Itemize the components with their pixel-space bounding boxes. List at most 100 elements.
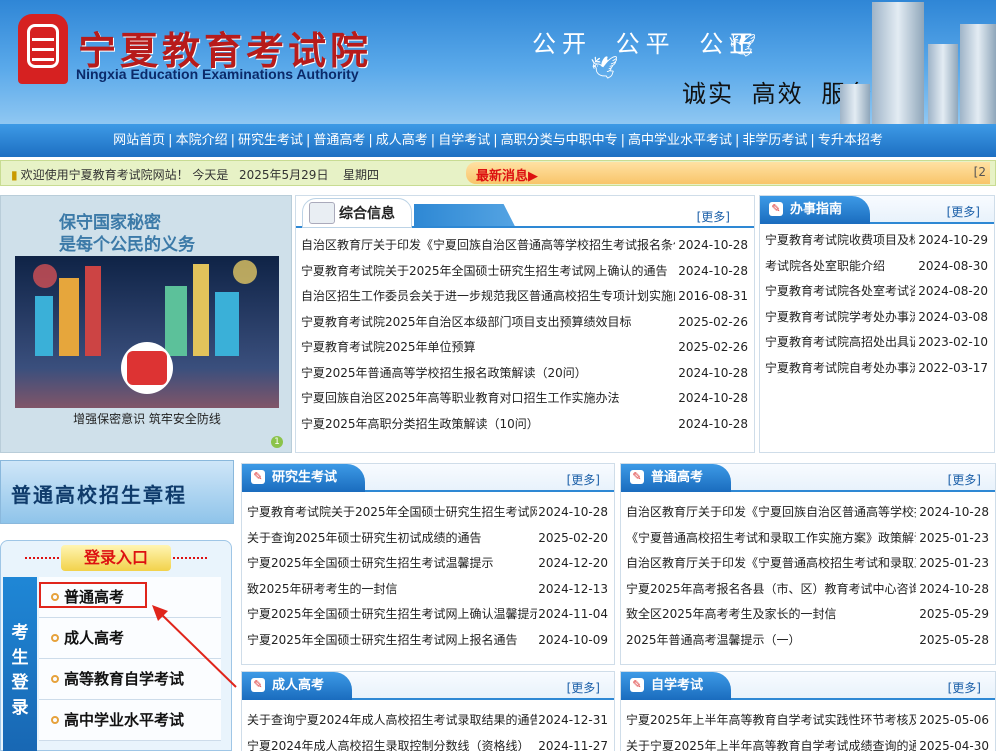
- news-item[interactable]: 宁夏2025年全国硕士研究生招生考试温馨提示 2024-12-20: [242, 551, 614, 577]
- nav-item[interactable]: 网站首页: [113, 133, 165, 148]
- news-item[interactable]: 宁夏回族自治区2025年高等职业教育对口招生工作实施办法 2024-10-28: [296, 386, 754, 412]
- news-item[interactable]: 宁夏2025年上半年高等教育自学考试实践性环节考核及 2025-05-06: [621, 708, 995, 734]
- news-item[interactable]: 宁夏教育考试院关于2025年全国硕士研究生招生考试网上确认2024-10-28: [242, 500, 614, 526]
- news-title[interactable]: 宁夏2025年高职分类招生政策解读（10问）: [301, 412, 675, 438]
- news-title[interactable]: 宁夏2024年成人高校招生录取控制分数线（资格线）: [247, 734, 537, 751]
- carousel-page-indicator[interactable]: 1: [271, 436, 283, 448]
- news-item[interactable]: 自治区招生工作委员会关于进一步规范我区普通高校招生专项计划实施的 2016-08-…: [296, 284, 754, 310]
- news-title[interactable]: 关于查询宁夏2024年成人高校招生考试录取结果的通告: [247, 708, 537, 734]
- news-item[interactable]: 宁夏教育考试院收费项目及标准2024-10-29: [760, 228, 994, 254]
- news-title[interactable]: 宁夏教育考试院各处室考试咨询电话: [765, 279, 915, 305]
- news-title[interactable]: 宁夏教育考试院自考处办事流程: [765, 356, 915, 382]
- news-title[interactable]: 宁夏回族自治区2025年高等职业教育对口招生工作实施办法: [301, 386, 675, 412]
- news-item[interactable]: 致2025年研考考生的一封信 2024-12-13: [242, 577, 614, 603]
- news-item[interactable]: 关于宁夏2025年上半年高等教育自学考试成绩查询的通告 2025-04-30: [621, 734, 995, 751]
- pencil-icon: ✎: [251, 678, 265, 692]
- news-title[interactable]: 《宁夏普通高校招生考试和录取工作实施方案》政策解读: [626, 526, 916, 552]
- news-item[interactable]: 宁夏2025年普通高等学校招生报名政策解读（20问） 2024-10-28: [296, 361, 754, 387]
- news-title[interactable]: 自治区教育厅关于印发《宁夏回族自治区普通高等学校招生考试报名条件: [301, 233, 675, 259]
- news-title[interactable]: 宁夏2025年上半年高等教育自学考试实践性环节考核及: [626, 708, 916, 734]
- site-logo-english: Ningxia Education Examinations Authority: [76, 66, 359, 82]
- news-item[interactable]: 致全区2025年高考考生及家长的一封信 2025-05-29: [621, 602, 995, 628]
- admission-charter-banner[interactable]: 普通高校招生章程: [0, 460, 234, 524]
- news-title[interactable]: 宁夏教育考试院2025年单位预算: [301, 335, 675, 361]
- news-item[interactable]: 2025年普通高考温馨提示（一） 2025-05-28: [621, 628, 995, 654]
- news-item[interactable]: 《宁夏普通高校招生考试和录取工作实施方案》政策解读 2025-01-23: [621, 526, 995, 552]
- more-link[interactable]: [更多]: [697, 208, 730, 225]
- nav-separator: |: [368, 133, 373, 148]
- news-title[interactable]: 宁夏教育考试院2025年自治区本级部门项目支出预算绩效目标: [301, 310, 675, 336]
- latest-news-ticker[interactable]: 最新消息▶ [2: [466, 162, 990, 184]
- more-link[interactable]: [更多]: [567, 471, 600, 488]
- nav-item[interactable]: 普通高考: [313, 133, 365, 148]
- news-item[interactable]: 宁夏2025年高职分类招生政策解读（10问） 2024-10-28: [296, 412, 754, 438]
- news-title[interactable]: 考试院各处室职能介绍: [765, 254, 915, 280]
- news-date: 2024-10-29: [918, 233, 988, 247]
- news-title[interactable]: 致2025年研考考生的一封信: [247, 577, 537, 603]
- news-title[interactable]: 2025年普通高考温馨提示（一）: [626, 628, 916, 654]
- nav-item[interactable]: 成人高考: [376, 133, 428, 148]
- nav-item[interactable]: 高中学业水平考试: [628, 133, 732, 148]
- news-item[interactable]: 自治区教育厅关于印发《宁夏普通高校招生考试和录取工作 2025-01-23: [621, 551, 995, 577]
- news-title[interactable]: 宁夏教育考试院关于2025年全国硕士研究生招生考试网上确认的通告: [301, 259, 675, 285]
- news-item[interactable]: 宁夏教育考试院关于2025年全国硕士研究生招生考试网上确认的通告 2024-10-…: [296, 259, 754, 285]
- news-title[interactable]: 宁夏教育考试院学考处办事流程: [765, 305, 915, 331]
- news-date: 2025-01-23: [919, 556, 989, 570]
- nav-item[interactable]: 本院介绍: [176, 133, 228, 148]
- candidate-login-label: 考 生 登 录: [3, 577, 37, 751]
- nav-item[interactable]: 专升本招考: [818, 133, 883, 148]
- news-item[interactable]: 关于查询宁夏2024年成人高校招生考试录取结果的通告 2024-12-31: [242, 708, 614, 734]
- news-item[interactable]: 宁夏教育考试院2025年自治区本级部门项目支出预算绩效目标 2025-02-26: [296, 310, 754, 336]
- panel-title: 办事指南: [790, 202, 843, 217]
- more-link[interactable]: [更多]: [948, 471, 981, 488]
- news-title[interactable]: 宁夏教育考试院关于2025年全国硕士研究生招生考试网上确认: [247, 500, 537, 526]
- nav-item[interactable]: 研究生考试: [238, 133, 303, 148]
- news-item[interactable]: 自治区教育厅关于印发《宁夏回族自治区普通高等学校招生 2024-10-28: [621, 500, 995, 526]
- news-item[interactable]: 宁夏教育考试院2025年单位预算 2025-02-26: [296, 335, 754, 361]
- news-item[interactable]: 宁夏2025年全国硕士研究生招生考试网上确认温馨提示 2024-11-04: [242, 602, 614, 628]
- notice-weekday: 星期四: [343, 168, 380, 182]
- news-title[interactable]: 宁夏2025年全国硕士研究生招生考试温馨提示: [247, 551, 537, 577]
- more-link[interactable]: [更多]: [947, 203, 980, 220]
- more-link[interactable]: [更多]: [567, 679, 600, 696]
- news-title[interactable]: 宁夏教育考试院收费项目及标准: [765, 228, 915, 254]
- security-poster[interactable]: 保守国家秘密 是每个公民的义务 增强保密意识 筑牢安全防线 1: [0, 195, 292, 453]
- panel-header: 综合信息 [更多]: [296, 196, 754, 228]
- news-date: 2025-02-26: [678, 340, 748, 354]
- more-link[interactable]: [更多]: [948, 679, 981, 696]
- news-title[interactable]: 宁夏2025年高考报名各县（市、区）教育考试中心咨询电话: [626, 577, 916, 603]
- news-item[interactable]: 自治区教育厅关于印发《宁夏回族自治区普通高等学校招生考试报名条件 2024-10-…: [296, 233, 754, 259]
- news-item[interactable]: 宁夏教育考试院自考处办事流程2022-03-17: [760, 356, 994, 382]
- news-item[interactable]: 宁夏教育考试院高招处出具证明2023-02-10: [760, 330, 994, 356]
- nav-item[interactable]: 自学考试: [438, 133, 490, 148]
- welcome-text: 欢迎使用宁夏教育考试院网站！ 今天是: [20, 168, 229, 182]
- news-item[interactable]: 关于查询2025年硕士研究生初试成绩的通告 2025-02-20: [242, 526, 614, 552]
- news-item[interactable]: 宁夏2025年全国硕士研究生招生考试网上报名通告 2024-10-09: [242, 628, 614, 654]
- login-title: 登录入口: [61, 545, 171, 571]
- nav-item[interactable]: 非学历考试: [742, 133, 807, 148]
- nav-item[interactable]: 高职分类与中职中专: [501, 133, 618, 148]
- news-item[interactable]: 考试院各处室职能介绍 2024-08-30: [760, 254, 994, 280]
- news-title[interactable]: 宁夏2025年全国硕士研究生招生考试网上报名通告: [247, 628, 537, 654]
- news-date: 2024-10-09: [538, 632, 608, 647]
- latest-news-label: 最新消息: [476, 169, 529, 184]
- news-title[interactable]: 自治区教育厅关于印发《宁夏回族自治区普通高等学校招生: [626, 500, 916, 526]
- news-title[interactable]: 宁夏教育考试院高招处出具证明: [765, 330, 915, 356]
- news-item[interactable]: 宁夏教育考试院各处室考试咨询电话2024-08-20: [760, 279, 994, 305]
- news-title[interactable]: 关于查询2025年硕士研究生初试成绩的通告: [247, 526, 537, 552]
- news-item[interactable]: 宁夏教育考试院学考处办事流程2024-03-08: [760, 305, 994, 331]
- news-title[interactable]: 致全区2025年高考考生及家长的一封信: [626, 602, 916, 628]
- logo-seal-icon: [18, 14, 68, 84]
- news-title[interactable]: 宁夏2025年普通高等学校招生报名政策解读（20问）: [301, 361, 675, 387]
- news-item[interactable]: 宁夏2024年成人高校招生录取控制分数线（资格线） 2024-11-27: [242, 734, 614, 751]
- highlight-box: [39, 582, 147, 608]
- dove-icon: 🕊: [728, 34, 756, 59]
- news-title[interactable]: 关于宁夏2025年上半年高等教育自学考试成绩查询的通告: [626, 734, 916, 751]
- news-date: 2024-11-04: [538, 607, 608, 621]
- news-title[interactable]: 自治区教育厅关于印发《宁夏普通高校招生考试和录取工作: [626, 551, 916, 577]
- login-academic-proficiency-exam[interactable]: 高中学业水平考试: [39, 700, 221, 741]
- building-image: [872, 2, 924, 124]
- news-title[interactable]: 自治区招生工作委员会关于进一步规范我区普通高校招生专项计划实施的: [301, 284, 675, 310]
- news-title[interactable]: 宁夏2025年全国硕士研究生招生考试网上确认温馨提示: [247, 602, 537, 628]
- news-item[interactable]: 宁夏2025年高考报名各县（市、区）教育考试中心咨询电话 2024-10-28: [621, 577, 995, 603]
